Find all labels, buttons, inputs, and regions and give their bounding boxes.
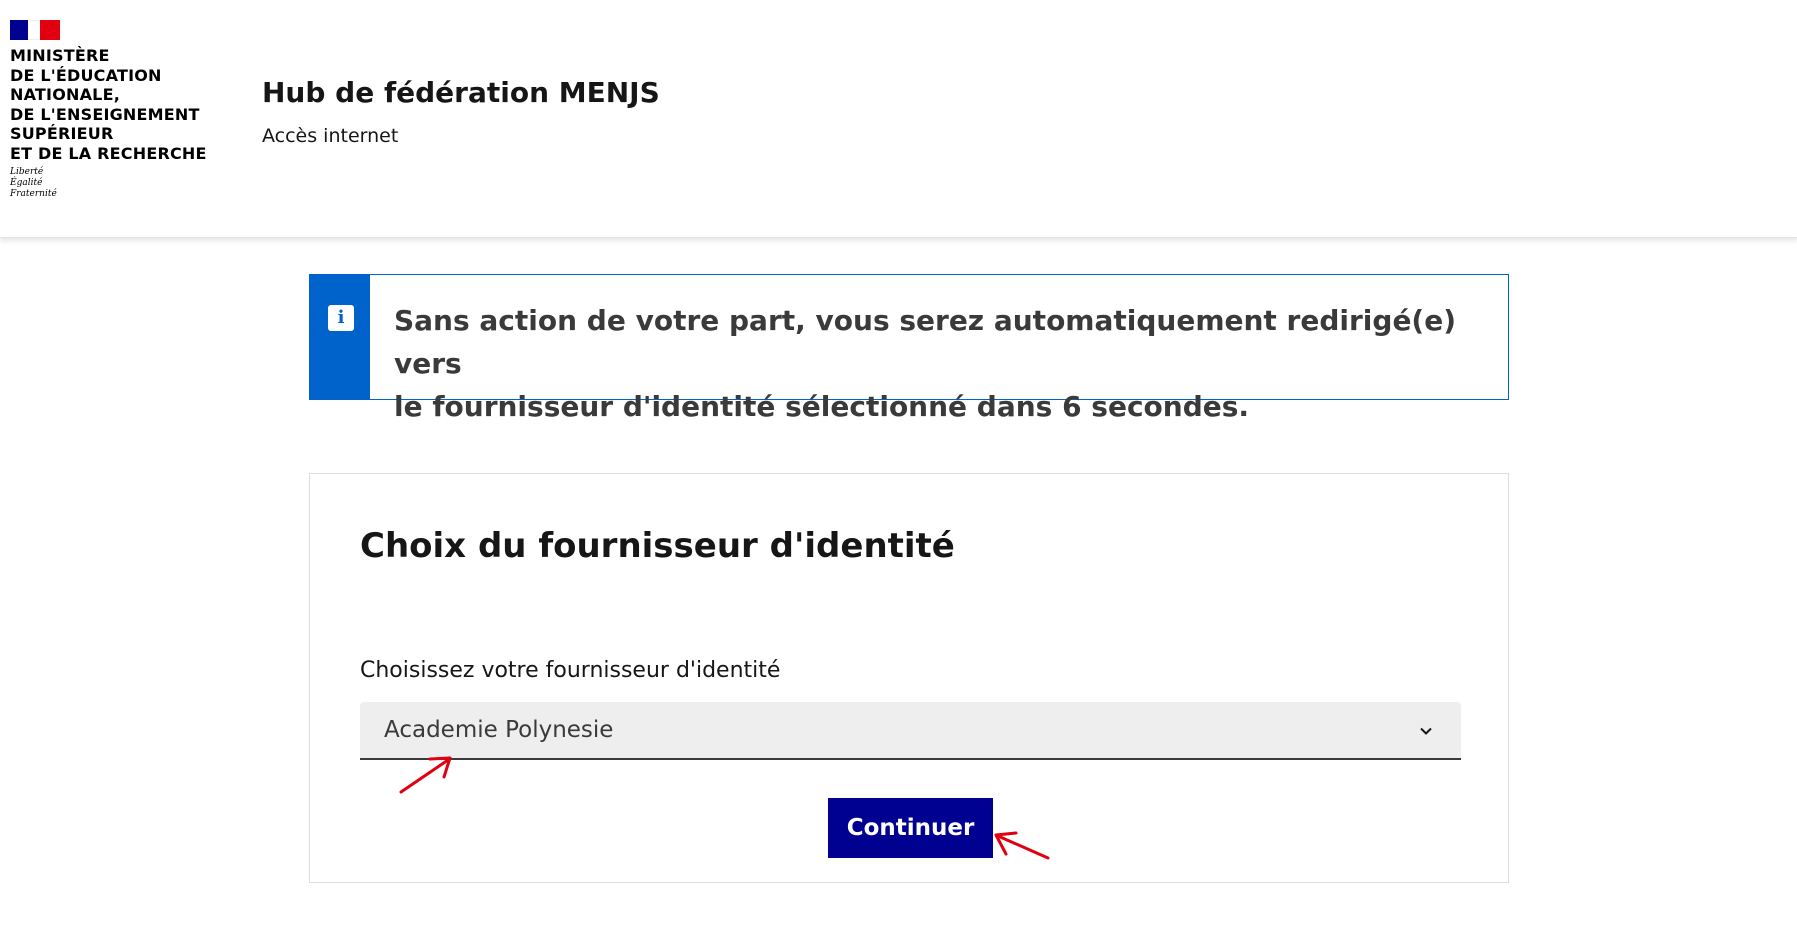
identity-provider-select[interactable]: Academie Polynesie <box>360 702 1461 760</box>
notice-line: Sans action de votre part, vous serez au… <box>394 304 1457 380</box>
ministry-line: nationale, <box>10 85 120 104</box>
ministry-line: Ministère <box>10 46 110 65</box>
motto-line: Liberté <box>10 167 44 177</box>
annotation-arrow-icon <box>399 756 452 794</box>
motto-line: Fraternité <box>10 189 57 199</box>
annotation-arrow-icon <box>994 831 1050 860</box>
service-title[interactable]: Hub de fédération MENJS <box>262 76 660 109</box>
ministry-logo[interactable]: Ministère de l'Éducation nationale, de l… <box>10 20 220 200</box>
ministry-line: de l'Éducation <box>10 65 162 85</box>
info-icon: i <box>328 305 354 331</box>
select-value: Academie Polynesie <box>384 717 614 743</box>
republic-motto: Liberté Égalité Fraternité <box>10 167 220 200</box>
service-tagline: Accès internet <box>262 125 399 147</box>
chevron-down-icon <box>1420 727 1432 735</box>
card-title: Choix du fournisseur d'identité <box>360 526 955 566</box>
redirect-notice: i Sans action de votre part, vous serez … <box>309 274 1509 423</box>
service-info: Hub de fédération MENJS Accès internet <box>262 76 660 147</box>
notice-line: le fournisseur d'identité sélectionné da… <box>394 390 1250 423</box>
marianne-flag-icon <box>10 20 60 40</box>
identity-provider-card: Choix du fournisseur d'identité Choisiss… <box>309 473 1509 883</box>
ministry-line: supérieur <box>10 124 114 143</box>
notice-accent-bar: i <box>310 275 370 399</box>
motto-line: Égalité <box>10 178 43 188</box>
ministry-line: de l'Enseignement <box>10 104 200 124</box>
ministry-line: et de la Recherche <box>10 143 207 163</box>
ministry-name: Ministère de l'Éducation nationale, de l… <box>10 46 220 163</box>
notice-message: Sans action de votre part, vous serez au… <box>394 299 1474 428</box>
continue-button[interactable]: Continuer <box>828 798 993 858</box>
select-label: Choisissez votre fournisseur d'identité <box>360 658 781 683</box>
site-header: Ministère de l'Éducation nationale, de l… <box>0 0 1797 238</box>
